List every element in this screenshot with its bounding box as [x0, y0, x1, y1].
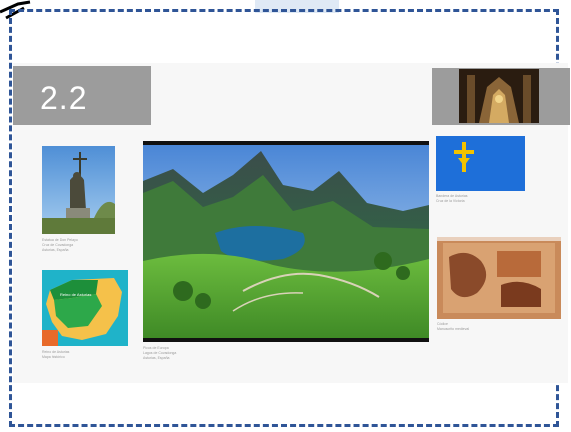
map-caption: Reino de Asturias Mapa histórico	[42, 350, 69, 360]
manuscript-image[interactable]	[437, 237, 561, 319]
caption-line: Cruz de la Victoria	[436, 199, 465, 203]
flag-image[interactable]	[436, 136, 525, 191]
caption-line: Mapa histórico	[42, 355, 65, 359]
caption-line: Manuscrito medieval	[437, 327, 470, 331]
landscape-image[interactable]	[143, 141, 429, 342]
statue-caption: Estatua de Don Pelayo Cruz de Covadonga …	[42, 238, 78, 253]
map-label: Reino de Asturias	[60, 292, 92, 297]
caption-line: Asturias, España	[143, 356, 170, 360]
manuscript-caption: Códice Manuscrito medieval	[437, 322, 469, 332]
landscape-caption: Picos de Europa Lagos de Covadonga Astur…	[143, 346, 176, 361]
map-image[interactable]: Reino de Asturias	[42, 270, 128, 346]
statue-image[interactable]	[42, 146, 115, 234]
caption-line: Asturias, España	[42, 248, 69, 252]
slide-title: 2.2	[40, 80, 88, 116]
cathedral-image[interactable]	[459, 69, 539, 123]
flag-caption: Bandera de Asturias Cruz de la Victoria	[436, 194, 468, 204]
